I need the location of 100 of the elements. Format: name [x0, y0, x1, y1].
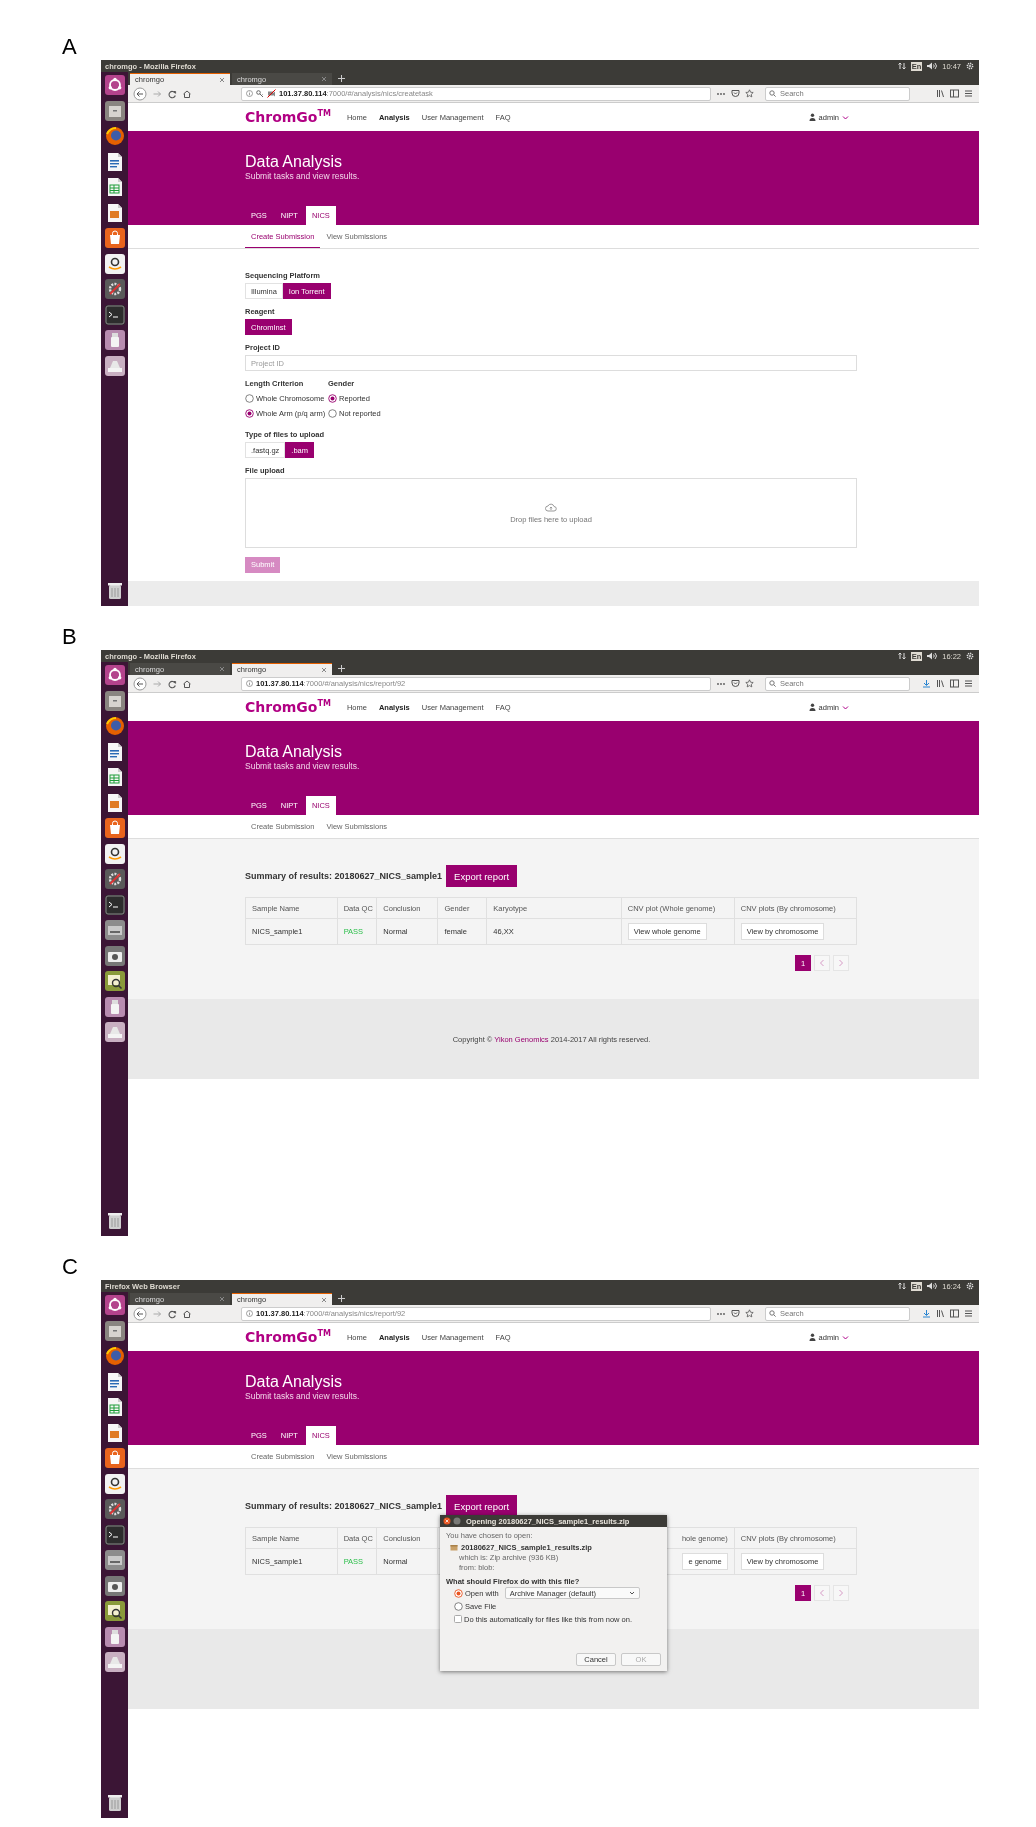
- usb-drive-icon[interactable]: [103, 1625, 126, 1648]
- gear-icon: [966, 1282, 974, 1290]
- scanner-icon[interactable]: [103, 1651, 126, 1673]
- caret-icon: [628, 1591, 635, 1595]
- shopping-bag-icon[interactable]: [103, 227, 126, 249]
- drive-icon[interactable]: [103, 919, 126, 941]
- camera-icon[interactable]: [103, 1574, 126, 1597]
- scanner-icon[interactable]: [103, 354, 126, 377]
- circle-logo-icon[interactable]: [103, 664, 126, 686]
- menu-icon[interactable]: [964, 679, 973, 688]
- new-tab-icon[interactable]: [337, 1294, 346, 1303]
- search-icon: [769, 1310, 776, 1317]
- radio-button[interactable]: [245, 394, 254, 403]
- results-title: Summary of results: 20180627_NICS_sample1: [245, 1501, 443, 1511]
- globe-icon[interactable]: [103, 125, 126, 147]
- checkbox[interactable]: [454, 1615, 462, 1623]
- speaker-icon: [927, 62, 938, 70]
- radio-button[interactable]: [328, 409, 337, 418]
- page-title: Data Analysis: [245, 1373, 342, 1391]
- shopping-bag-icon[interactable]: [103, 817, 126, 839]
- library-icon[interactable]: [936, 89, 945, 98]
- export-report-button[interactable]: Export report: [446, 1495, 518, 1517]
- panel-label: A: [62, 34, 77, 60]
- drawer-icon[interactable]: [103, 1319, 126, 1342]
- close-icon[interactable]: [443, 1517, 451, 1525]
- sidebar-icon[interactable]: [950, 89, 959, 98]
- panel-label: B: [62, 624, 77, 650]
- home-icon[interactable]: [182, 1308, 192, 1319]
- key-icon: [256, 89, 264, 98]
- drawer-icon[interactable]: [103, 99, 126, 122]
- menu-icon[interactable]: [964, 1309, 973, 1318]
- reload-icon[interactable]: [167, 88, 177, 99]
- radio-button[interactable]: [454, 1588, 463, 1598]
- network-arrows-icon: [897, 62, 906, 70]
- terminal-icon[interactable]: [103, 893, 126, 916]
- new-tab-icon[interactable]: [337, 74, 346, 83]
- shield-icon[interactable]: [731, 679, 740, 688]
- radio-button[interactable]: [245, 409, 254, 418]
- search-icon: [769, 90, 776, 97]
- reload-icon[interactable]: [167, 678, 177, 689]
- reload-icon[interactable]: [167, 1308, 177, 1319]
- home-icon[interactable]: [182, 88, 192, 99]
- terminal-icon[interactable]: [103, 303, 126, 326]
- scanner-icon[interactable]: [103, 1021, 126, 1043]
- panel-label: C: [62, 1254, 78, 1280]
- settings-icon[interactable]: [103, 1498, 126, 1520]
- menu-icon[interactable]: [964, 89, 973, 98]
- star-icon[interactable]: [745, 679, 754, 688]
- gear-icon: [966, 652, 974, 660]
- speaker-icon: [927, 1282, 938, 1290]
- new-tab-icon[interactable]: [337, 664, 346, 673]
- more-icon[interactable]: [716, 681, 726, 686]
- search-icon: [769, 680, 776, 687]
- person-icon: [808, 703, 816, 711]
- star-icon[interactable]: [745, 89, 754, 98]
- page-title: Data Analysis: [245, 743, 342, 761]
- shopping-bag-icon[interactable]: [103, 1447, 126, 1469]
- archive-icon: [450, 1544, 458, 1551]
- download-icon[interactable]: [922, 679, 931, 688]
- cloud-upload-icon: [545, 502, 557, 512]
- usb-drive-icon[interactable]: [103, 995, 126, 1018]
- person-icon: [808, 1333, 816, 1341]
- globe-icon[interactable]: [103, 715, 126, 737]
- download-icon[interactable]: [922, 1309, 931, 1318]
- page-subtitle: Submit tasks and view results.: [245, 761, 360, 771]
- radio-button[interactable]: [328, 394, 337, 403]
- image-viewer-icon[interactable]: [103, 970, 126, 992]
- library-icon[interactable]: [936, 1309, 945, 1318]
- circle-logo-icon[interactable]: [103, 1294, 126, 1316]
- more-icon[interactable]: [716, 91, 726, 96]
- page-title: Data Analysis: [245, 153, 342, 171]
- shield-icon[interactable]: [731, 1309, 740, 1318]
- sidebar-icon[interactable]: [950, 679, 959, 688]
- terminal-icon[interactable]: [103, 1523, 126, 1546]
- caret-icon: [842, 114, 849, 120]
- logo: ChromGo$^{TM}$: [245, 1329, 331, 1345]
- globe-icon[interactable]: [103, 1345, 126, 1367]
- network-arrows-icon: [897, 652, 906, 660]
- page-subtitle: Submit tasks and view results.: [245, 171, 360, 181]
- star-icon[interactable]: [745, 1309, 754, 1318]
- settings-icon[interactable]: [103, 868, 126, 890]
- radio-button[interactable]: [454, 1601, 463, 1611]
- circle-logo-icon[interactable]: [103, 74, 126, 96]
- more-icon[interactable]: [716, 1311, 726, 1316]
- gear-icon: [966, 62, 974, 70]
- settings-icon[interactable]: [103, 278, 126, 300]
- library-icon[interactable]: [936, 679, 945, 688]
- usb-drive-icon[interactable]: [103, 329, 126, 351]
- shield-icon[interactable]: [731, 89, 740, 98]
- drive-icon[interactable]: [103, 1549, 126, 1571]
- home-icon[interactable]: [182, 678, 192, 689]
- info-icon: [246, 90, 253, 97]
- caret-icon: [842, 704, 849, 710]
- person-icon: [808, 113, 816, 121]
- image-viewer-icon[interactable]: [103, 1600, 126, 1622]
- export-report-button[interactable]: Export report: [446, 865, 518, 887]
- logo: ChromGo$^{TM}$: [245, 699, 331, 715]
- drawer-icon[interactable]: [103, 689, 126, 712]
- camera-icon[interactable]: [103, 944, 126, 967]
- sidebar-icon[interactable]: [950, 1309, 959, 1318]
